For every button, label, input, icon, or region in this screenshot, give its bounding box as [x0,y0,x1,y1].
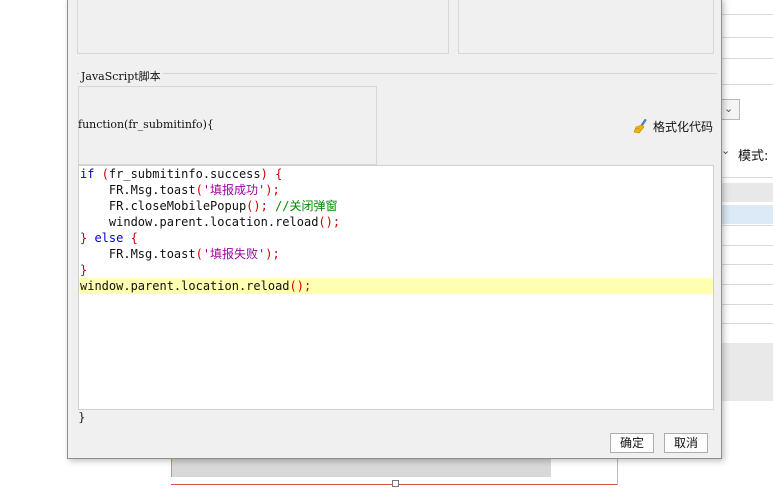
code-bracket: { [123,231,138,245]
resize-handle[interactable] [392,480,399,487]
function-header: function(fr_submitinfo){ [78,118,214,131]
code-text: FR.closeMobilePopup [80,199,247,213]
code-line: if (fr_submitinfo.success) { [79,166,713,182]
code-line: } [79,262,713,278]
code-string: '填报成功' [202,183,266,197]
code-text: window.parent.location.reload [80,279,290,293]
code-text: window.parent.location.reload [80,215,319,229]
code-string: '填报失败' [202,247,266,261]
background-row [722,264,773,265]
code-bracket: (); [246,199,276,213]
background-row [722,245,773,246]
code-bracket: ) { [260,167,283,181]
design-canvas[interactable] [171,459,552,477]
background-row [722,284,773,285]
code-bracket: (); [289,279,312,293]
background-area [551,459,773,477]
code-keyword: else [94,231,124,245]
background-row [722,177,773,178]
code-keyword: if [80,167,95,181]
code-line: FR.closeMobilePopup(); //关闭弹窗 [79,198,713,214]
background-panel [722,343,773,401]
background-row [722,225,773,226]
format-code-button[interactable]: 格式化代码 [633,116,713,136]
ok-button[interactable]: 确定 [610,433,654,453]
code-bracket: ); [265,183,280,197]
code-text: FR.Msg.toast [80,183,196,197]
code-bracket: (); [318,215,341,229]
background-row [722,14,773,15]
background-row [722,37,773,38]
javascript-dialog: JavaScript脚本 function(fr_submitinfo){ 格式… [67,0,722,459]
background-row [722,58,773,59]
chevron-down-icon: ⌄ [724,102,734,115]
code-bracket: ( [195,183,203,197]
code-bracket: ( [195,247,203,261]
code-bracket: ); [265,247,280,261]
code-line: } else { [79,230,713,246]
background-row [722,304,773,305]
format-code-label: 格式化代码 [653,119,714,134]
function-footer: } [78,410,86,424]
code-editor[interactable]: if (fr_submitinfo.success) { FR.Msg.toas… [78,165,714,410]
code-line: FR.Msg.toast('填报失败'); [79,246,713,262]
code-line-current: window.parent.location.reload(); [79,278,713,294]
code-bracket: ( [94,167,109,181]
selected-row[interactable] [722,205,773,224]
cancel-button[interactable]: 取消 [664,433,708,453]
chevron-down-icon[interactable]: ⌄ [721,144,730,157]
code-line: FR.Msg.toast('填报成功'); [79,182,713,198]
background-row [722,323,773,324]
upper-left-panel [77,0,449,54]
code-text: FR.Msg.toast [80,247,196,261]
background-row [722,84,773,85]
broom-icon [633,118,647,134]
section-title: JavaScript脚本 [79,68,163,84]
section-divider [77,73,717,74]
upper-right-panel [458,0,714,54]
code-comment: //关闭弹窗 [275,199,338,213]
code-line: window.parent.location.reload(); [79,214,713,230]
table-header [722,183,773,202]
background-panel [722,0,773,488]
divider [617,459,618,485]
code-bracket: } [80,231,95,245]
code-bracket: } [80,263,88,277]
code-text: fr_submitinfo.success [108,167,261,181]
mode-label: 模式: [738,149,769,164]
